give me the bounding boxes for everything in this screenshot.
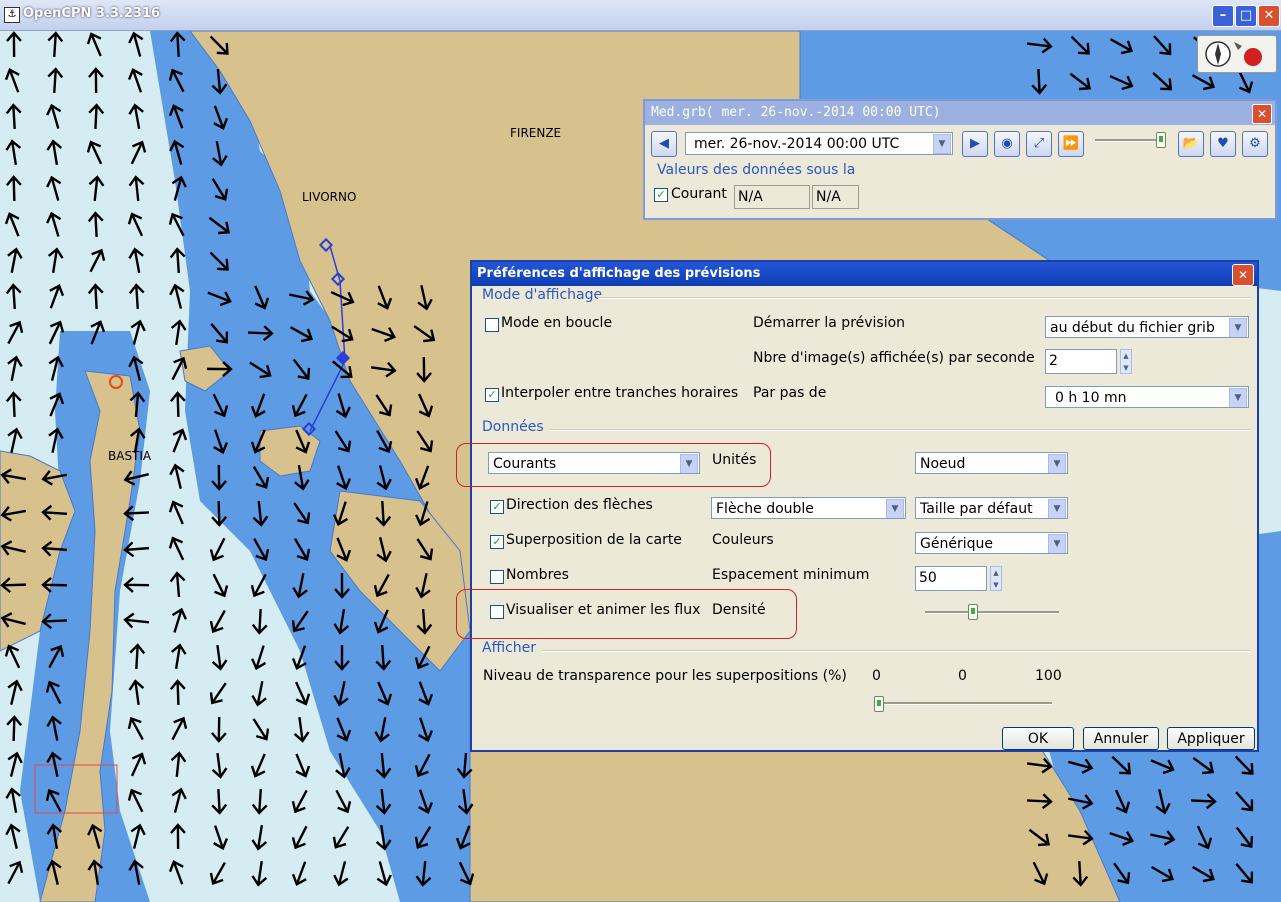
loop-label: Mode en boucle: [501, 315, 613, 331]
fps-label: Nbre d'image(s) affichée(s) par seconde: [753, 350, 1035, 366]
prefs-title: Préférences d'affichage des prévisions: [472, 262, 1257, 286]
arrows-checkbox[interactable]: ✓: [490, 500, 504, 514]
density-slider-track[interactable]: [925, 611, 1059, 614]
data-type-select[interactable]: Courants ▼: [488, 452, 700, 474]
start-value: au début du fichier grib: [1050, 320, 1215, 336]
spacing-input[interactable]: 50: [915, 566, 987, 591]
zoom-icon[interactable]: ⤢: [1026, 131, 1052, 157]
overlay-checkbox[interactable]: ✓: [490, 535, 504, 549]
maximize-button[interactable]: □: [1235, 5, 1257, 27]
data-header: Valeurs des données sous la: [657, 162, 856, 178]
opencpn-icon: ⚓: [4, 7, 20, 23]
section-data: Données: [482, 419, 544, 435]
prev-icon[interactable]: ◀: [651, 131, 677, 157]
spacing-stepper[interactable]: ▲ ▼: [990, 566, 1002, 591]
courant-label: Courant: [671, 186, 727, 202]
units-label: Unités: [712, 452, 757, 468]
interp-checkbox[interactable]: ✓: [485, 388, 499, 402]
value2-field: N/A: [812, 185, 859, 209]
transparency-value: 0: [958, 668, 967, 684]
fps-stepper[interactable]: ▲ ▼: [1120, 349, 1132, 374]
transparency-max: 100: [1035, 668, 1062, 684]
particles-checkbox[interactable]: [490, 605, 504, 619]
start-select[interactable]: au début du fichier grib ▼: [1045, 316, 1249, 338]
prefs-dialog: Préférences d'affichage des prévisions ✕…: [456, 260, 1259, 752]
arrow-type-select[interactable]: Flèche double ▼: [711, 497, 906, 519]
request-icon[interactable]: ⚙: [1242, 131, 1268, 157]
loop-checkbox[interactable]: [485, 318, 499, 332]
open-file-icon[interactable]: 📂: [1178, 131, 1204, 157]
next-icon[interactable]: ▶: [962, 131, 988, 157]
close-button[interactable]: ✕: [1258, 5, 1280, 27]
section-display: Afficher: [482, 640, 537, 656]
density-label: Densité: [712, 602, 766, 618]
colors-value: Générique: [920, 536, 993, 552]
colors-select[interactable]: Générique ▼: [915, 532, 1068, 554]
fps-input[interactable]: 2: [1045, 349, 1117, 374]
units-value: Noeud: [920, 456, 966, 472]
grib-title: Med.grb( mer. 26-nov.-2014 00:00 UTC): [645, 101, 1275, 125]
chevron-down-icon: ▼: [1048, 454, 1066, 473]
overlay-label: Superposition de la carte: [506, 532, 682, 548]
transparency-slider-track[interactable]: [874, 702, 1052, 705]
grib-close-icon[interactable]: ✕: [1252, 104, 1272, 124]
step-value: 0 h 10 mn: [1055, 390, 1127, 406]
grib-slider-track[interactable]: [1095, 139, 1165, 142]
cancel-button[interactable]: Annuler: [1083, 727, 1159, 750]
chevron-down-icon: ▼: [886, 499, 904, 518]
map-label-bastia: BASTIA: [108, 449, 152, 463]
arrow-size-select[interactable]: Taille par défaut ▼: [915, 497, 1068, 519]
app-title-bar: ⚓ OpenCPN 3.3.2316 – □ ✕: [0, 0, 1281, 31]
numbers-checkbox[interactable]: [490, 570, 504, 584]
spacing-label: Espacement minimum: [712, 567, 870, 583]
step-select[interactable]: 0 h 10 mn ▼: [1045, 386, 1249, 408]
ok-button[interactable]: OK: [1002, 727, 1074, 750]
arrow-size-value: Taille par défaut: [920, 501, 1033, 517]
value1-field: N/A: [734, 185, 810, 209]
transparency-slider-thumb[interactable]: [874, 696, 884, 712]
particles-label: Visualiser et animer les flux: [506, 602, 701, 618]
timestamp-value: mer. 26-nov.-2014 00:00 UTC: [694, 136, 900, 152]
numbers-label: Nombres: [506, 567, 569, 583]
chevron-down-icon: ▼: [933, 134, 951, 154]
transparency-label: Niveau de transparence pour les superpos…: [483, 668, 847, 684]
section-divider: [542, 650, 1250, 652]
interp-label: Interpoler entre tranches horaires: [501, 385, 739, 401]
units-select[interactable]: Noeud ▼: [915, 452, 1068, 474]
chevron-down-icon: ▼: [680, 454, 698, 473]
section-divider: [598, 297, 1250, 299]
arrow-type-value: Flèche double: [716, 501, 814, 517]
play-icon[interactable]: ⏩: [1058, 131, 1084, 157]
compass-icon: [1205, 41, 1262, 67]
transparency-min: 0: [872, 668, 881, 684]
grib-slider-thumb[interactable]: [1156, 132, 1166, 148]
map-label-firenze: FIRENZE: [510, 126, 562, 140]
apply-button[interactable]: Appliquer: [1167, 727, 1255, 750]
close-icon[interactable]: ✕: [1232, 264, 1254, 286]
courant-checkbox[interactable]: ✓: [654, 188, 668, 202]
timestamp-select[interactable]: mer. 26-nov.-2014 00:00 UTC ▼: [685, 132, 953, 155]
step-label: Par pas de: [753, 385, 827, 401]
arrows-label: Direction des flèches: [506, 497, 653, 513]
chevron-down-icon: ▼: [1229, 318, 1247, 337]
now-icon[interactable]: ◉: [994, 131, 1020, 157]
chevron-down-icon: ▼: [1048, 499, 1066, 518]
chevron-down-icon: ▼: [1048, 534, 1066, 553]
settings-icon[interactable]: ♥: [1210, 131, 1236, 157]
map-label-livorno: LIVORNO: [302, 190, 357, 204]
chevron-down-icon: ▼: [1229, 388, 1247, 407]
start-label: Démarrer la prévision: [753, 315, 906, 331]
section-display-mode: Mode d'affichage: [482, 287, 603, 303]
grib-control-bar: Med.grb( mer. 26-nov.-2014 00:00 UTC) ✕ …: [643, 99, 1277, 220]
minimize-button[interactable]: –: [1212, 5, 1234, 27]
density-slider-thumb[interactable]: [968, 604, 979, 620]
colors-label: Couleurs: [712, 532, 774, 548]
section-divider: [550, 429, 1250, 431]
data-type-value: Courants: [493, 456, 557, 472]
compass-widget[interactable]: [1197, 35, 1277, 73]
app-title: OpenCPN 3.3.2316: [23, 6, 161, 21]
